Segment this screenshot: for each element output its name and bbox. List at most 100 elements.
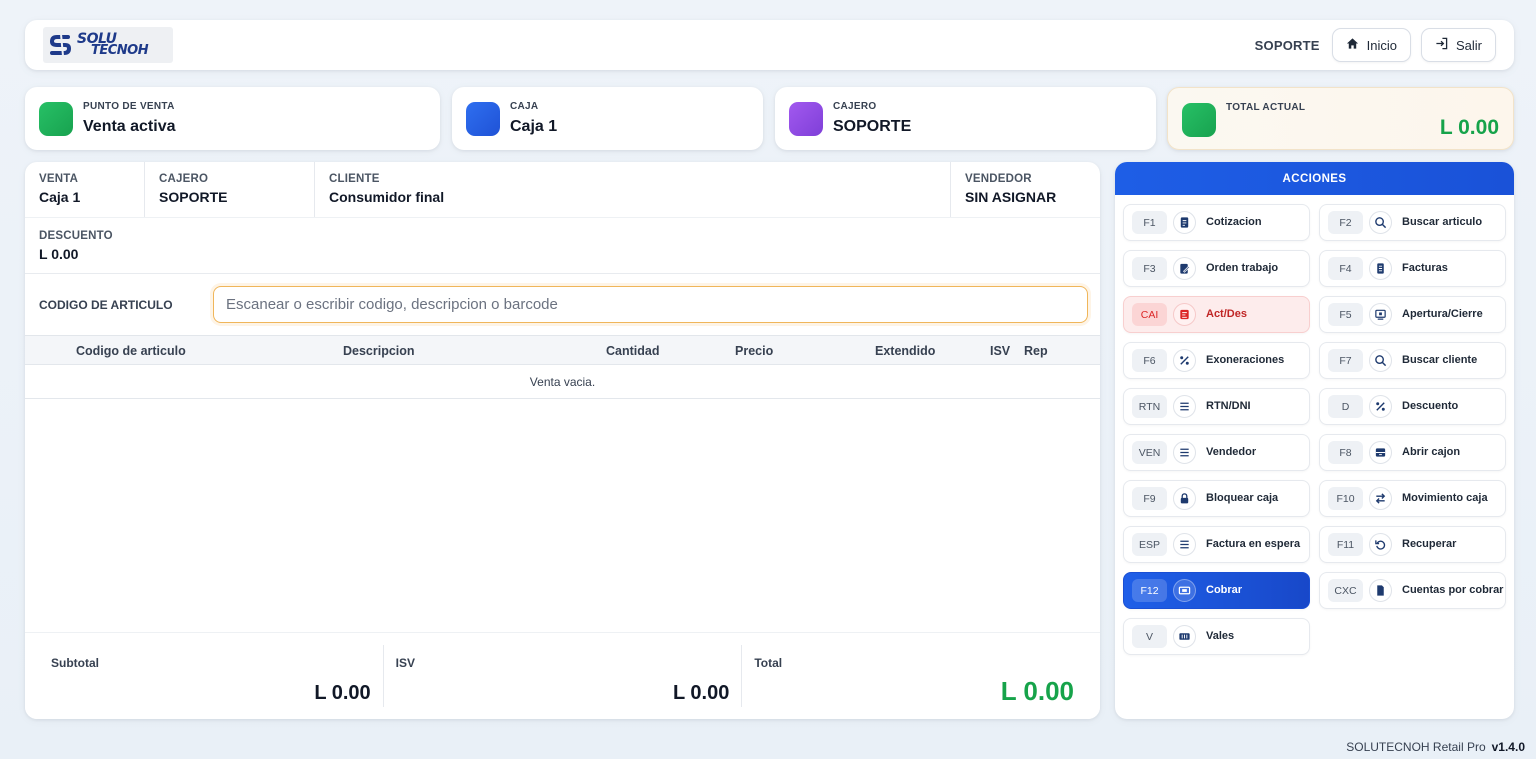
action-label: Bloquear caja bbox=[1206, 492, 1279, 504]
action-open-close-button[interactable]: F5 Apertura/Cierre bbox=[1319, 296, 1506, 333]
receivable-icon bbox=[1369, 579, 1392, 602]
clipboard-edit-icon bbox=[1173, 257, 1196, 280]
action-label: Descuento bbox=[1402, 400, 1459, 412]
exit-button[interactable]: Salir bbox=[1420, 28, 1496, 62]
shortcut-key: F5 bbox=[1328, 303, 1363, 326]
shortcut-key: F7 bbox=[1328, 349, 1363, 372]
action-held-invoice-button[interactable]: ESP Factura en espera bbox=[1123, 526, 1310, 563]
action-receivables-button[interactable]: CXC Cuentas por cobrar bbox=[1319, 572, 1506, 609]
meta-label: DESCUENTO bbox=[39, 230, 113, 242]
status-square-blue bbox=[466, 102, 500, 136]
action-open-drawer-button[interactable]: F8 Abrir cajon bbox=[1319, 434, 1506, 471]
col-code: Codigo de articulo bbox=[76, 344, 186, 358]
meta-cashier: CAJERO SOPORTE bbox=[145, 162, 315, 217]
action-work-order-button[interactable]: F3 Orden trabajo bbox=[1123, 250, 1310, 287]
shortcut-key: ESP bbox=[1132, 533, 1167, 556]
shortcut-key: F2 bbox=[1328, 211, 1363, 234]
subtotal-label: Subtotal bbox=[51, 656, 99, 670]
action-seller-button[interactable]: VEN Vendedor bbox=[1123, 434, 1310, 471]
actions-title: ACCIONES bbox=[1115, 162, 1514, 195]
shortcut-key: F8 bbox=[1328, 441, 1363, 464]
shortcut-key: CXC bbox=[1328, 579, 1363, 602]
action-label: Apertura/Cierre bbox=[1402, 308, 1483, 320]
action-lock-register-button[interactable]: F9 Bloquear caja bbox=[1123, 480, 1310, 517]
app-footer: SOLUTECNOH Retail Pro v1.4.0 bbox=[1346, 740, 1525, 754]
info-value: Venta activa bbox=[83, 118, 176, 135]
info-card-point-of-sale: PUNTO DE VENTA Venta activa bbox=[25, 87, 440, 150]
info-label: CAJA bbox=[510, 101, 539, 112]
menu-icon bbox=[1173, 395, 1196, 418]
totals-bar: Subtotal L 0.00 ISV L 0.00 Total L 0.00 bbox=[25, 632, 1100, 719]
current-user: SOPORTE bbox=[1254, 37, 1320, 53]
isv-cell: ISV L 0.00 bbox=[384, 645, 743, 707]
shortcut-key: F1 bbox=[1132, 211, 1167, 234]
undo-icon bbox=[1369, 533, 1392, 556]
status-square-green bbox=[39, 102, 73, 136]
action-label: Factura en espera bbox=[1206, 538, 1301, 550]
action-label: Cuentas por cobrar bbox=[1402, 584, 1504, 596]
article-code-row: CODIGO DE ARTICULO bbox=[25, 274, 1100, 336]
meta-client[interactable]: CLIENTE Consumidor final bbox=[315, 162, 951, 217]
info-label: PUNTO DE VENTA bbox=[83, 101, 175, 112]
shortcut-key: F12 bbox=[1132, 579, 1167, 602]
shortcut-key: F11 bbox=[1328, 533, 1363, 556]
action-label: Buscar articulo bbox=[1402, 216, 1483, 228]
info-card-cashier: CAJERO SOPORTE bbox=[775, 87, 1156, 150]
exit-icon bbox=[1435, 37, 1448, 53]
menu-icon bbox=[1173, 533, 1196, 556]
action-rtn-dni-button[interactable]: RTN RTN/DNI bbox=[1123, 388, 1310, 425]
meta-seller[interactable]: VENDEDOR SIN ASIGNAR bbox=[951, 162, 1100, 217]
percent-icon bbox=[1369, 395, 1392, 418]
article-code-input[interactable] bbox=[213, 286, 1088, 323]
cash-icon bbox=[1173, 579, 1196, 602]
action-discount-button[interactable]: D Descuento bbox=[1319, 388, 1506, 425]
action-label: Buscar cliente bbox=[1402, 354, 1478, 366]
action-invoices-button[interactable]: F4 Facturas bbox=[1319, 250, 1506, 287]
action-cash-movement-button[interactable]: F10 Movimiento caja bbox=[1319, 480, 1506, 517]
lock-icon bbox=[1173, 487, 1196, 510]
meta-discount: DESCUENTO L 0.00 bbox=[25, 218, 1100, 274]
meta-value: L 0.00 bbox=[39, 246, 79, 262]
col-isv: ISV bbox=[990, 344, 1011, 358]
subtotal-cell: Subtotal L 0.00 bbox=[25, 645, 384, 707]
shortcut-key: RTN bbox=[1132, 395, 1167, 418]
info-card-current-total: TOTAL ACTUAL L 0.00 bbox=[1167, 87, 1514, 150]
shortcut-key: F6 bbox=[1132, 349, 1167, 372]
meta-value: SOPORTE bbox=[159, 189, 228, 205]
meta-value: Caja 1 bbox=[39, 189, 81, 205]
action-label: RTN/DNI bbox=[1206, 400, 1251, 412]
action-recover-button[interactable]: F11 Recuperar bbox=[1319, 526, 1506, 563]
action-exemptions-button[interactable]: F6 Exoneraciones bbox=[1123, 342, 1310, 379]
col-description: Descripcion bbox=[343, 344, 415, 358]
action-search-article-button[interactable]: F2 Buscar articulo bbox=[1319, 204, 1506, 241]
action-label: Exoneraciones bbox=[1206, 354, 1285, 366]
isv-label: ISV bbox=[395, 656, 416, 670]
col-quantity: Cantidad bbox=[606, 344, 660, 358]
action-cai-toggle-button[interactable]: CAI Act/Des bbox=[1123, 296, 1310, 333]
meta-label: VENDEDOR bbox=[965, 173, 1032, 185]
info-value: Caja 1 bbox=[510, 118, 558, 135]
action-label: Cotizacion bbox=[1206, 216, 1262, 228]
action-search-client-button[interactable]: F7 Buscar cliente bbox=[1319, 342, 1506, 379]
action-label: Facturas bbox=[1402, 262, 1448, 274]
isv-value: L 0.00 bbox=[673, 682, 730, 704]
article-code-label: CODIGO DE ARTICULO bbox=[39, 297, 173, 312]
total-label: Total bbox=[754, 656, 783, 670]
action-vouchers-button[interactable]: V Vales bbox=[1123, 618, 1310, 655]
meta-value: Consumidor final bbox=[329, 189, 445, 205]
brand-logo: SOLU TECNOH bbox=[43, 27, 173, 63]
search-icon bbox=[1369, 349, 1392, 372]
logo-line-2: TECNOH bbox=[91, 43, 149, 58]
shortcut-key: F4 bbox=[1328, 257, 1363, 280]
info-value: SOPORTE bbox=[833, 118, 912, 135]
subtotal-value: L 0.00 bbox=[314, 682, 371, 704]
action-label: Recuperar bbox=[1402, 538, 1457, 550]
meta-label: CAJERO bbox=[159, 173, 209, 185]
home-button[interactable]: Inicio bbox=[1331, 28, 1411, 62]
action-label: Abrir cajon bbox=[1402, 446, 1461, 458]
action-quote-button[interactable]: F1 Cotizacion bbox=[1123, 204, 1310, 241]
info-label: CAJERO bbox=[833, 101, 877, 112]
action-charge-button[interactable]: F12 Cobrar bbox=[1123, 572, 1310, 609]
shortcut-key: F10 bbox=[1328, 487, 1363, 510]
info-label: TOTAL ACTUAL bbox=[1226, 102, 1306, 113]
